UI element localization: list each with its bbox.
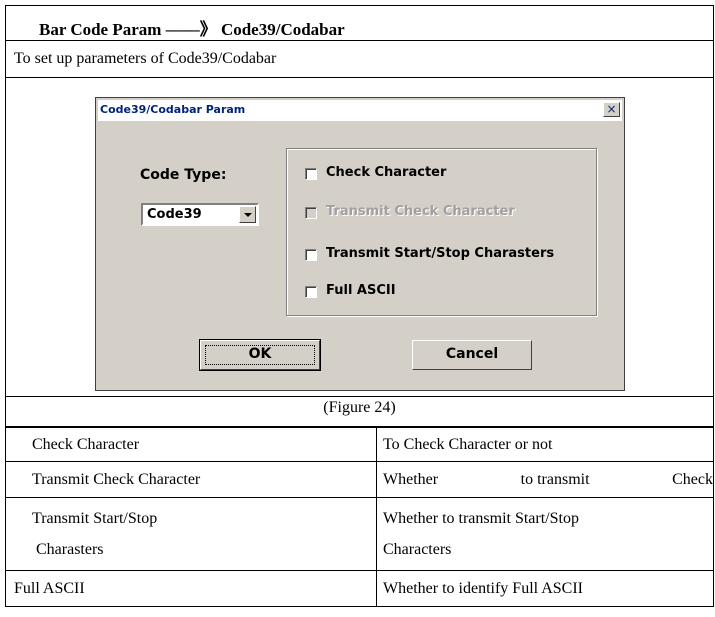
checkbox-label: Transmit Check Character bbox=[326, 204, 515, 219]
figure-caption: (Figure 24) bbox=[323, 399, 396, 416]
ok-button[interactable]: OK bbox=[199, 339, 321, 371]
doc-title-row: Bar Code Param ——》 Code39/Codabar bbox=[5, 5, 714, 41]
focus-rect bbox=[205, 345, 315, 365]
chevron-down-icon[interactable] bbox=[239, 206, 256, 223]
checkbox-box[interactable] bbox=[305, 249, 317, 261]
code-type-select[interactable]: Code39 bbox=[141, 203, 259, 226]
checkbox-box[interactable] bbox=[305, 286, 317, 298]
desc-word: Check bbox=[672, 470, 713, 488]
dialog-title: Code39/Codabar Param bbox=[100, 103, 246, 116]
param-name-line: Transmit Start/Stop bbox=[32, 510, 158, 527]
checkbox-label: Check Character bbox=[326, 165, 447, 180]
desc-word: to transmit bbox=[520, 470, 590, 488]
code-type-value: Code39 bbox=[147, 207, 202, 222]
param-desc: To Check Character or not bbox=[376, 427, 714, 462]
param-desc: Whether to transmit Check bbox=[376, 461, 714, 498]
figure-row: Code39/Codabar Param × Code Type: Code39… bbox=[5, 78, 714, 427]
table-row: Full ASCII Whether to identify Full ASCI… bbox=[5, 570, 714, 607]
code-type-label: Code Type: bbox=[140, 167, 227, 183]
checkbox-label: Transmit Start/Stop Charasters bbox=[326, 246, 555, 261]
doc-description: To set up parameters of Code39/Codabar bbox=[14, 50, 277, 67]
desc-word: Whether bbox=[383, 470, 439, 488]
param-desc: Whether to identify Full ASCII bbox=[376, 570, 714, 607]
code39-codabar-dialog: Code39/Codabar Param × Code Type: Code39… bbox=[95, 97, 625, 391]
table-row: Transmit Start/Stop Charasters Whether t… bbox=[5, 497, 714, 571]
param-name: Check Character bbox=[5, 427, 377, 462]
close-icon[interactable]: × bbox=[603, 102, 620, 117]
param-desc: Whether to transmit Start/Stop Character… bbox=[376, 497, 714, 571]
doc-description-row: To set up parameters of Code39/Codabar bbox=[5, 41, 714, 78]
param-name: Full ASCII bbox=[5, 570, 377, 607]
param-desc-line: Characters bbox=[383, 541, 452, 558]
cancel-button[interactable]: Cancel bbox=[412, 340, 532, 370]
dialog-titlebar: Code39/Codabar Param × bbox=[98, 100, 622, 121]
checkbox-box[interactable] bbox=[305, 168, 317, 180]
caption-divider bbox=[6, 396, 713, 397]
options-group: Check Character Transmit Check Character… bbox=[286, 148, 597, 316]
table-row: Check Character To Check Character or no… bbox=[5, 427, 714, 462]
param-name: Transmit Start/Stop Charasters bbox=[5, 497, 377, 571]
checkbox-label: Full ASCII bbox=[326, 283, 396, 298]
param-desc-line: Whether to transmit Start/Stop bbox=[383, 510, 579, 527]
checkbox-box bbox=[305, 207, 317, 219]
parameter-table: Check Character To Check Character or no… bbox=[5, 427, 714, 607]
doc-title: Bar Code Param ——》 Code39/Codabar bbox=[39, 20, 345, 39]
table-row: Transmit Check Character Whether to tran… bbox=[5, 461, 714, 498]
cancel-label: Cancel bbox=[445, 346, 499, 362]
param-name: Transmit Check Character bbox=[5, 461, 377, 498]
param-name-line: Charasters bbox=[36, 541, 104, 558]
